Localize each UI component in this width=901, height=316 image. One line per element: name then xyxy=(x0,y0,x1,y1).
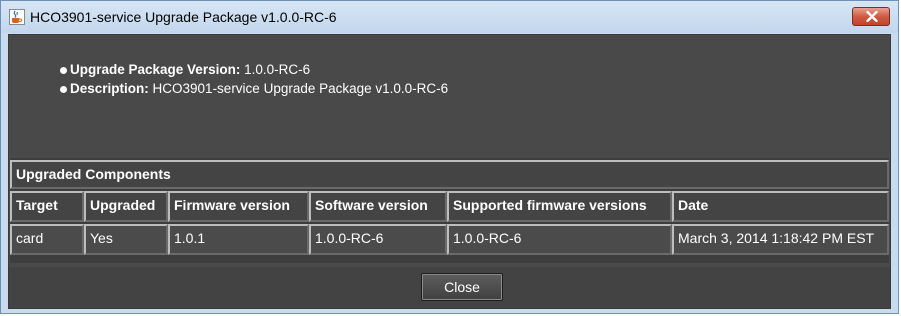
description-row: Description: HCO3901-service Upgrade Pac… xyxy=(60,81,449,99)
window-title: HCO3901-service Upgrade Package v1.0.0-R… xyxy=(30,9,337,25)
table-cell-date[interactable]: March 3, 2014 1:18:42 PM EST xyxy=(672,224,889,255)
package-info-panel: Upgrade Package Version: 1.0.0-RC-6 Desc… xyxy=(9,35,890,155)
table-cell-firmware-version[interactable]: 1.0.1 xyxy=(168,224,309,255)
description-value: HCO3901-service Upgrade Package v1.0.0-R… xyxy=(152,81,449,96)
table-cell-supported-firmware-versions[interactable]: 1.0.0-RC-6 xyxy=(447,224,672,255)
column-header-software-version[interactable]: Software version xyxy=(309,191,447,222)
description-label: Description: xyxy=(70,81,149,96)
column-header-date[interactable]: Date xyxy=(672,191,889,222)
dialog-content: Upgrade Package Version: 1.0.0-RC-6 Desc… xyxy=(8,34,891,309)
column-header-upgraded[interactable]: Upgraded xyxy=(84,191,168,222)
table-cell-software-version[interactable]: 1.0.0-RC-6 xyxy=(309,224,447,255)
java-coffee-cup-icon xyxy=(9,9,25,25)
upgraded-components-table: Upgraded Components Target Upgraded Firm… xyxy=(10,158,889,263)
dialog-window: HCO3901-service Upgrade Package v1.0.0-R… xyxy=(0,0,899,314)
version-label: Upgrade Package Version: xyxy=(70,62,241,77)
column-header-firmware-version[interactable]: Firmware version xyxy=(168,191,309,222)
column-header-supported-firmware-versions[interactable]: Supported firmware versions xyxy=(447,191,672,222)
bullet-icon xyxy=(60,86,67,93)
bullet-icon xyxy=(60,67,67,74)
close-icon xyxy=(866,11,878,22)
column-header-target[interactable]: Target xyxy=(10,191,84,222)
title-bar[interactable]: HCO3901-service Upgrade Package v1.0.0-R… xyxy=(1,1,898,33)
version-row: Upgrade Package Version: 1.0.0-RC-6 xyxy=(60,62,311,80)
table-cell-target[interactable]: card xyxy=(10,224,84,255)
table-cell-upgraded[interactable]: Yes xyxy=(84,224,168,255)
table-caption: Upgraded Components xyxy=(10,160,889,189)
window-close-button[interactable] xyxy=(852,7,890,26)
version-value: 1.0.0-RC-6 xyxy=(244,62,311,77)
close-button[interactable]: Close xyxy=(421,273,503,301)
button-bar: Close xyxy=(9,267,890,308)
